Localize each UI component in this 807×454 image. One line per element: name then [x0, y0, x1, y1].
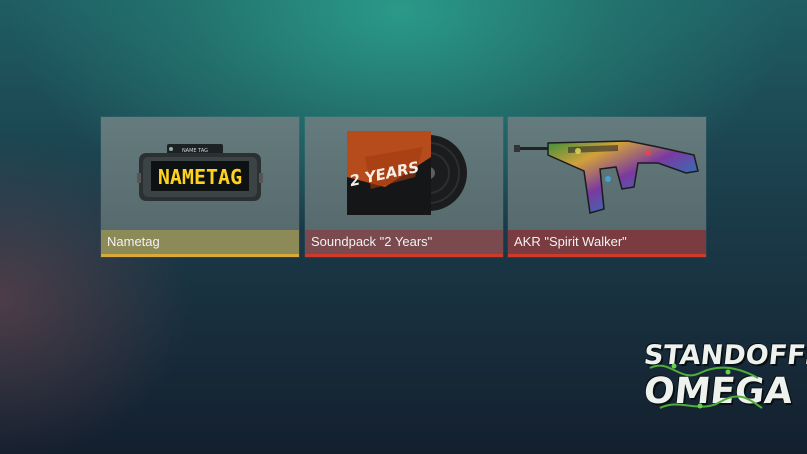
rarity-stripe: [305, 254, 503, 257]
item-art: [508, 117, 706, 231]
vinyl-record-icon: 2 YEARS: [347, 131, 467, 215]
vine-decoration-icon: [649, 363, 763, 409]
item-art: NAME TAG NAMETAG: [101, 117, 299, 231]
game-logo: STANDOFF: OMEGA: [640, 338, 807, 416]
item-name: AKR "Spirit Walker": [514, 234, 627, 249]
item-card-nametag[interactable]: NAME TAG NAMETAG Nametag: [101, 117, 299, 257]
item-label-bar: AKR "Spirit Walker": [508, 230, 706, 254]
item-card-akr[interactable]: AKR "Spirit Walker": [508, 117, 706, 257]
item-label-bar: Nametag: [101, 230, 299, 254]
item-name: Soundpack "2 Years": [311, 234, 433, 249]
svg-text:NAMETAG: NAMETAG: [158, 165, 242, 189]
nametag-icon: NAME TAG NAMETAG: [137, 144, 263, 201]
item-art: 2 YEARS: [305, 117, 503, 231]
rarity-stripe: [508, 254, 706, 257]
reward-items: NAME TAG NAMETAG Nametag 2 YEARS Soundpa…: [101, 117, 706, 257]
rarity-stripe: [101, 254, 299, 257]
item-card-soundpack[interactable]: 2 YEARS Soundpack "2 Years": [305, 117, 503, 257]
item-label-bar: Soundpack "2 Years": [305, 230, 503, 254]
item-name: Nametag: [107, 234, 160, 249]
rifle-icon: [514, 140, 699, 214]
